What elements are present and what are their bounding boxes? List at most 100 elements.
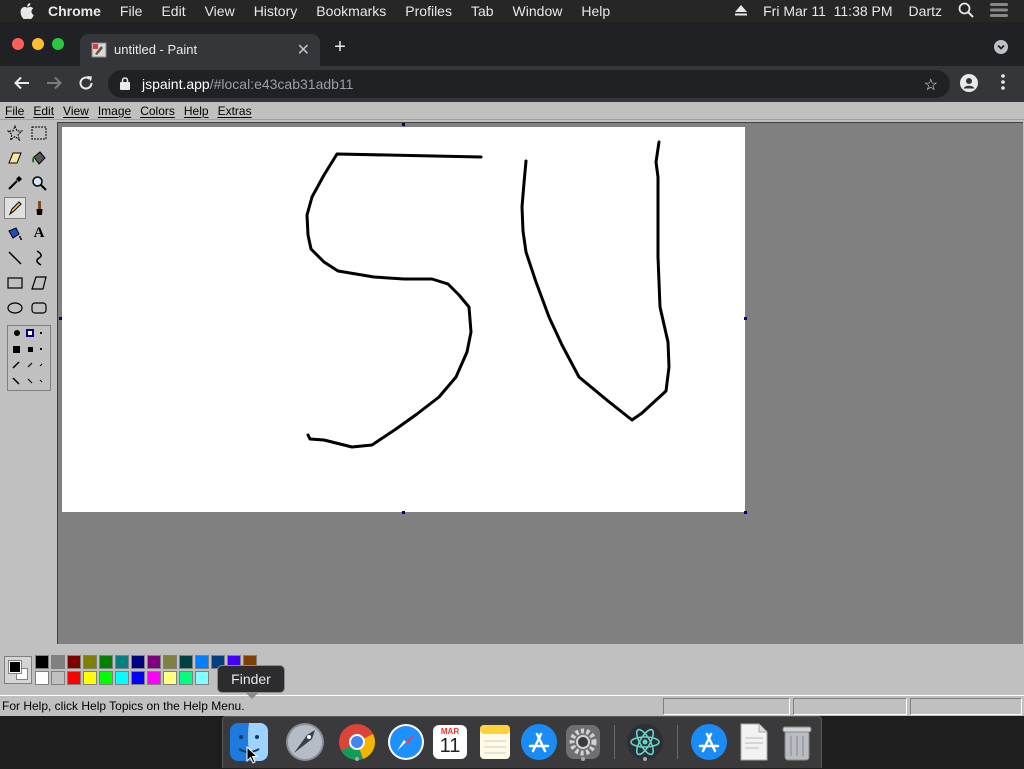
new-tab-button[interactable]: +: [331, 37, 349, 57]
calendar-icon[interactable]: MAR 11: [430, 722, 470, 762]
brush-tool[interactable]: [28, 197, 50, 219]
app-store-icon[interactable]: [519, 722, 559, 762]
star-icon[interactable]: ☆: [924, 75, 938, 95]
polygon-tool[interactable]: [28, 272, 50, 294]
pick-color-tool[interactable]: [4, 172, 26, 194]
resize-handle-corner[interactable]: [744, 511, 747, 514]
palette-color-swatch[interactable]: [147, 671, 161, 685]
fill-tool[interactable]: [28, 147, 50, 169]
menubar-tab[interactable]: Tab: [471, 0, 494, 22]
notes-icon[interactable]: [475, 722, 515, 762]
window-minimize-button[interactable]: [32, 38, 44, 50]
paint-menu-extras[interactable]: Extras: [218, 104, 252, 118]
back-icon[interactable]: [12, 74, 32, 94]
control-center-icon[interactable]: [990, 2, 1008, 20]
palette-color-swatch[interactable]: [195, 655, 209, 669]
palette-color-swatch[interactable]: [51, 655, 65, 669]
profile-icon[interactable]: [959, 74, 979, 94]
tool-options-panel[interactable]: [7, 325, 51, 391]
atom-icon[interactable]: [625, 722, 665, 762]
palette-color-swatch[interactable]: [131, 671, 145, 685]
tab-close-icon[interactable]: ✕: [297, 40, 310, 60]
trash-icon[interactable]: [777, 722, 817, 762]
app-store-downloads-icon[interactable]: [689, 722, 729, 762]
airbrush-tool[interactable]: [4, 222, 26, 244]
paint-menu-help[interactable]: Help: [184, 104, 209, 118]
window-zoom-button[interactable]: [52, 38, 64, 50]
paint-menu-colors[interactable]: Colors: [140, 104, 175, 118]
spotlight-search-icon[interactable]: [958, 2, 974, 21]
drawing-canvas[interactable]: [62, 127, 745, 512]
url-text[interactable]: jspaint.app/#local:e43cab31adb11: [142, 76, 353, 92]
magnifier-tool[interactable]: [28, 172, 50, 194]
document-icon[interactable]: [733, 722, 773, 762]
palette-color-swatch[interactable]: [35, 671, 49, 685]
reload-icon[interactable]: [76, 74, 96, 94]
paint-menu-file[interactable]: File: [5, 104, 24, 118]
menubar-app-name[interactable]: Chrome: [48, 0, 101, 22]
kebab-menu-icon[interactable]: [993, 74, 1013, 94]
rounded-rectangle-tool[interactable]: [28, 297, 50, 319]
resize-handle-right[interactable]: [744, 317, 747, 320]
palette-color-swatch[interactable]: [99, 671, 113, 685]
eject-icon[interactable]: [735, 3, 748, 19]
palette-color-swatch[interactable]: [83, 655, 97, 669]
browser-tab[interactable]: untitled - Paint ✕: [80, 34, 320, 66]
launchpad-icon[interactable]: [285, 722, 325, 762]
tab-search-icon[interactable]: [994, 40, 1008, 54]
palette-color-swatch[interactable]: [115, 655, 129, 669]
palette-color-swatch[interactable]: [179, 655, 193, 669]
free-form-select-tool[interactable]: [4, 122, 26, 144]
palette-color-swatch[interactable]: [35, 655, 49, 669]
palette-color-swatch[interactable]: [163, 671, 177, 685]
forward-icon[interactable]: [44, 74, 64, 94]
pencil-tool[interactable]: [4, 197, 26, 219]
line-tool[interactable]: [4, 247, 26, 269]
menubar-help[interactable]: Help: [581, 0, 610, 22]
magnifier-icon: [32, 176, 47, 191]
curve-tool[interactable]: [28, 247, 50, 269]
menubar-file[interactable]: File: [120, 0, 143, 22]
palette-color-swatch[interactable]: [163, 655, 177, 669]
current-colors[interactable]: [4, 656, 32, 684]
paint-menu-view[interactable]: View: [63, 104, 89, 118]
menubar-history[interactable]: History: [254, 0, 298, 22]
text-tool[interactable]: A: [28, 222, 50, 244]
paint-menu-edit[interactable]: Edit: [33, 104, 54, 118]
palette-color-swatch[interactable]: [195, 671, 209, 685]
chrome-icon[interactable]: [337, 722, 377, 762]
safari-icon[interactable]: [386, 722, 426, 762]
polygon-icon: [31, 276, 47, 290]
palette-color-swatch[interactable]: [67, 655, 81, 669]
palette-color-swatch[interactable]: [51, 671, 65, 685]
palette-color-swatch[interactable]: [99, 655, 113, 669]
palette-color-swatch[interactable]: [179, 671, 193, 685]
menubar-edit[interactable]: Edit: [161, 0, 185, 22]
ellipse-tool[interactable]: [4, 297, 26, 319]
system-preferences-icon[interactable]: [563, 722, 603, 762]
apple-icon[interactable]: [18, 2, 36, 20]
palette-color-swatch[interactable]: [83, 671, 97, 685]
dock-tooltip: Finder: [217, 665, 285, 699]
menubar-view[interactable]: View: [205, 0, 235, 22]
rect-select-icon: [31, 126, 47, 140]
palette-color-swatch[interactable]: [131, 655, 145, 669]
menubar-bookmarks[interactable]: Bookmarks: [316, 0, 386, 22]
palette-color-swatch[interactable]: [147, 655, 161, 669]
paint-menu-image[interactable]: Image: [98, 104, 131, 118]
menubar-profiles[interactable]: Profiles: [405, 0, 452, 22]
palette-color-swatch[interactable]: [115, 671, 129, 685]
resize-handle-bottom[interactable]: [402, 511, 405, 514]
eraser-tool[interactable]: [4, 147, 26, 169]
rectangle-tool[interactable]: [4, 272, 26, 294]
window-close-button[interactable]: [12, 38, 24, 50]
lock-icon[interactable]: [120, 77, 130, 90]
palette-color-swatch[interactable]: [67, 671, 81, 685]
address-bar[interactable]: jspaint.app/#local:e43cab31adb11 ☆: [108, 70, 950, 98]
menubar-user[interactable]: Dartz: [909, 3, 942, 19]
menubar-clock[interactable]: Fri Mar 11 11:38 PM: [763, 3, 892, 19]
select-tool[interactable]: [28, 122, 50, 144]
star-select-icon: [7, 125, 23, 141]
menubar-window[interactable]: Window: [513, 0, 563, 22]
line-icon: [8, 251, 22, 265]
